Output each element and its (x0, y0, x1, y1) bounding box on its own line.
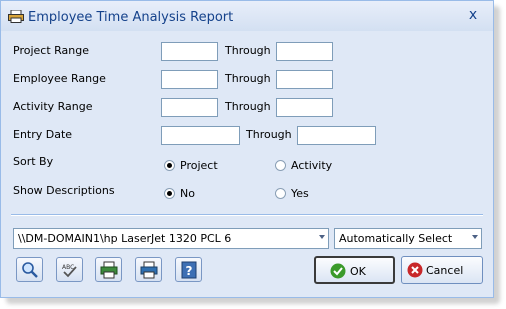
sort-activity-radio[interactable] (275, 160, 286, 171)
cancel-button[interactable]: Cancel (401, 256, 483, 284)
paper-tray-select[interactable]: Automatically Select (334, 228, 482, 249)
chevron-down-icon (319, 235, 325, 239)
project-through-label: Through (225, 44, 271, 57)
help-button[interactable]: ? (175, 257, 202, 282)
desc-no-radio[interactable] (164, 188, 175, 199)
preview-button[interactable] (16, 257, 43, 282)
printer-select-value: \\DM-DOMAIN1\hp LaserJet 1320 PCL 6 (18, 232, 232, 245)
print-setup-button[interactable] (95, 257, 122, 282)
checkmark-icon (330, 263, 346, 279)
employee-from-field[interactable] (161, 70, 218, 89)
print-button[interactable] (135, 257, 162, 282)
spellcheck-button[interactable]: ABC (56, 257, 83, 282)
entry-date-to-field[interactable] (297, 126, 376, 145)
employee-through-label: Through (225, 72, 271, 85)
cancel-button-label: Cancel (426, 264, 464, 277)
entry-date-from-field[interactable] (161, 126, 240, 145)
report-dialog: Employee Time Analysis Report x Project … (0, 0, 494, 298)
employee-to-field[interactable] (276, 70, 333, 89)
sort-by-label: Sort By (13, 155, 54, 168)
print-icon (140, 261, 158, 279)
window-title: Employee Time Analysis Report (28, 10, 234, 25)
project-range-label: Project Range (13, 44, 89, 57)
help-icon: ? (181, 261, 197, 279)
spellcheck-icon: ABC (62, 264, 77, 278)
printer-select[interactable]: \\DM-DOMAIN1\hp LaserJet 1320 PCL 6 (13, 228, 329, 249)
printer-icon (8, 10, 24, 23)
activity-through-label: Through (225, 100, 271, 113)
desc-no-label[interactable]: No (180, 187, 195, 200)
ok-button[interactable]: OK (314, 256, 395, 284)
divider (11, 214, 483, 216)
show-descriptions-label: Show Descriptions (13, 184, 115, 197)
desc-yes-label[interactable]: Yes (291, 187, 309, 200)
chevron-down-icon (472, 235, 478, 239)
print-setup-icon (100, 261, 118, 279)
employee-range-label: Employee Range (13, 72, 106, 85)
activity-to-field[interactable] (276, 98, 333, 117)
sort-activity-label[interactable]: Activity (291, 159, 332, 172)
close-icon[interactable]: x (465, 7, 481, 23)
cancel-icon (407, 262, 423, 278)
entry-date-label: Entry Date (13, 128, 73, 141)
sort-project-radio[interactable] (164, 160, 175, 171)
entry-date-through-label: Through (246, 128, 292, 141)
desc-yes-radio[interactable] (275, 188, 286, 199)
svg-text:?: ? (186, 264, 193, 278)
paper-tray-select-value: Automatically Select (339, 232, 453, 245)
ok-button-label: OK (350, 265, 366, 278)
activity-range-label: Activity Range (13, 100, 93, 113)
project-to-field[interactable] (276, 42, 333, 61)
activity-from-field[interactable] (161, 98, 218, 117)
sort-project-label[interactable]: Project (180, 159, 218, 172)
title-bar: Employee Time Analysis Report x (1, 1, 493, 31)
project-from-field[interactable] (161, 42, 218, 61)
magnifier-icon (22, 262, 38, 278)
